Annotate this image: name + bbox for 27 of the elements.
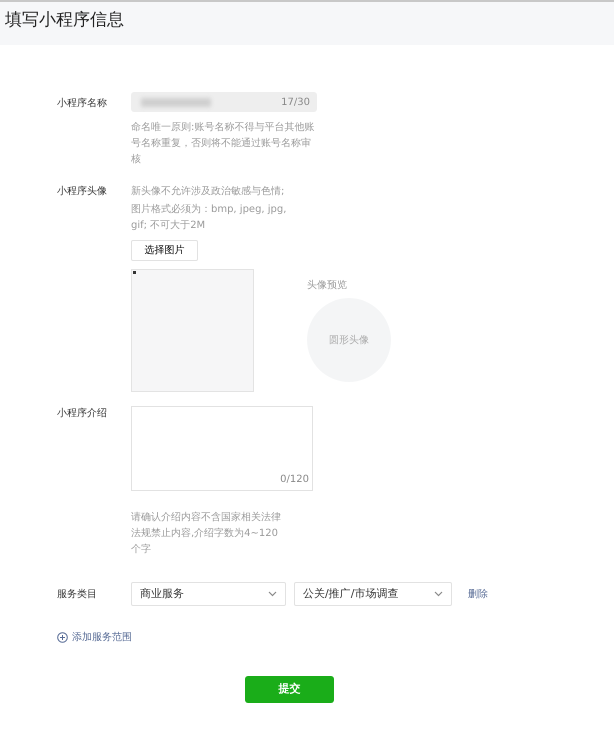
field-label: 小程序介绍 bbox=[56, 406, 108, 421]
choose-image-button[interactable]: 选择图片 bbox=[131, 240, 198, 261]
char-counter: 17/30 bbox=[281, 96, 310, 110]
add-scope-link[interactable]: 添加服务范围 bbox=[57, 630, 132, 645]
category-select[interactable]: 商业服务 bbox=[131, 582, 286, 606]
upload-area[interactable] bbox=[131, 269, 254, 392]
category-select[interactable]: 公关/推广/市场调查 bbox=[294, 582, 452, 606]
field-label: 服务类目 bbox=[56, 588, 98, 602]
hint-text: 图片格式必须为：bmp, jpeg, jpg, gif; 不可大于2M bbox=[131, 202, 288, 233]
preview-label: 头像预览 bbox=[307, 278, 348, 293]
crop-handle-icon[interactable] bbox=[133, 271, 136, 274]
page-title: 填写小程序信息 bbox=[5, 9, 125, 32]
redacted-text bbox=[141, 98, 211, 106]
submit-button[interactable]: 提交 bbox=[245, 676, 334, 703]
field-label: 小程序头像 bbox=[56, 184, 108, 199]
field-label: 小程序名称 bbox=[56, 96, 108, 111]
intro-textarea[interactable]: 0/120 bbox=[131, 406, 313, 491]
chevron-down-icon bbox=[434, 591, 443, 597]
chevron-down-icon bbox=[268, 591, 277, 597]
delete-link[interactable]: 删除 bbox=[468, 586, 488, 602]
plus-circle-icon bbox=[57, 632, 68, 643]
hint-text: 请确认介绍内容不含国家相关法律法规禁止内容,介绍字数为4~120个字 bbox=[131, 510, 282, 557]
hint-text: 命名唯一原则:账号名称不得与平台其他账号名称重复，否则将不能通过账号名称审核 bbox=[131, 120, 316, 167]
name-field[interactable]: 17/30 bbox=[131, 92, 317, 112]
char-counter: 0/120 bbox=[280, 473, 309, 487]
hint-text: 新头像不允许涉及政治敏感与色情; bbox=[131, 184, 286, 199]
avatar-preview: 圆形头像 bbox=[307, 298, 391, 382]
